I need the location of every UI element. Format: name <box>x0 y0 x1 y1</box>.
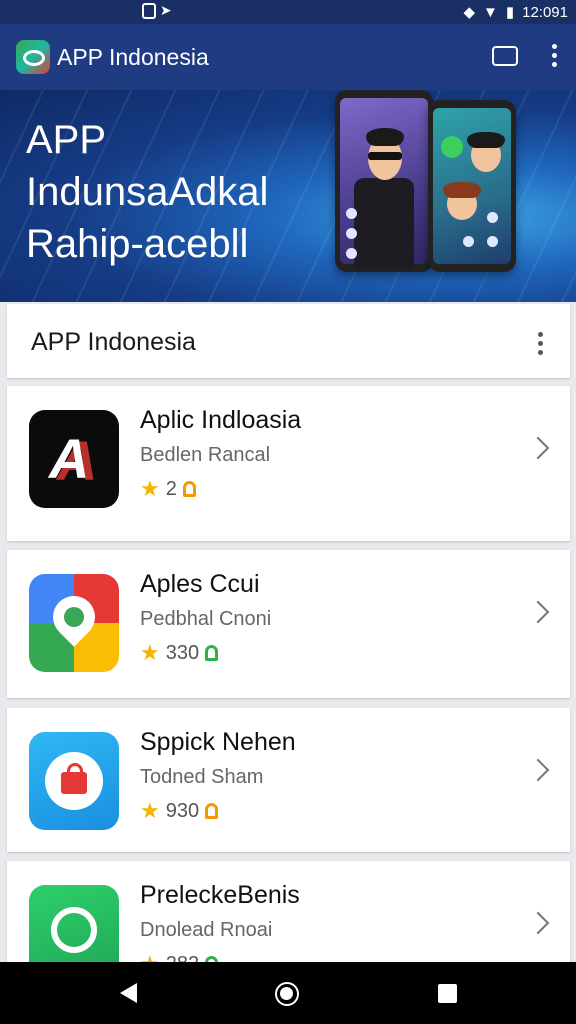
app-developer: Bedlen Rancal <box>140 444 271 466</box>
badge-icon <box>205 803 219 819</box>
chevron-right-icon <box>526 911 550 935</box>
app-name: Sppick Nehen <box>140 728 296 756</box>
section-header: APP Indonesia <box>7 304 570 378</box>
star-icon: ★ <box>140 640 160 665</box>
banner-headline: APP IndunsaAdkal Rahip-acebll <box>26 118 269 266</box>
sim-icon <box>142 3 156 20</box>
app-logo-icon <box>16 40 50 74</box>
app-title: APP Indonesia <box>57 44 209 70</box>
status-left: ➤ <box>142 2 172 20</box>
notification-icon: ◆ <box>463 4 475 21</box>
list-item[interactable]: Aples Ccui Pedbhal Cnoni ★ 330 <box>7 550 570 698</box>
app-rating: ★ 930 <box>140 798 219 824</box>
chevron-right-icon <box>526 758 550 782</box>
app-developer: Todned Sham <box>140 766 264 788</box>
phone-illustration <box>335 90 433 272</box>
battery-icon: ▮ <box>505 4 515 21</box>
rating-value: 930 <box>165 799 200 822</box>
star-icon: ★ <box>140 476 160 501</box>
app-bar: APP Indonesia <box>0 24 576 90</box>
recents-icon[interactable] <box>438 984 457 1003</box>
badge-icon <box>205 645 219 661</box>
rating-value: 2 <box>165 477 177 500</box>
status-right: ◆ ▼ ▮ 12:091 <box>463 3 568 22</box>
wifi-icon: ▼ <box>482 3 498 21</box>
location-arrow-icon: ➤ <box>159 2 172 18</box>
app-developer: Pedbhal Cnoni <box>140 608 272 630</box>
star-icon: ★ <box>140 798 160 823</box>
app-developer: Dnolead Rnoai <box>140 919 273 941</box>
section-title: APP Indonesia <box>31 328 196 356</box>
chevron-right-icon <box>526 436 550 460</box>
app-icon <box>29 732 119 830</box>
chevron-right-icon <box>526 600 550 624</box>
badge-icon <box>182 481 196 497</box>
navigation-bar <box>0 962 576 1024</box>
list-item[interactable]: Sppick Nehen Todned Sham ★ 930 <box>7 708 570 852</box>
list-item[interactable]: AA Aplic Indloasia Bedlen Rancal ★ 2 <box>7 386 570 541</box>
app-rating: ★ 330 <box>140 640 219 666</box>
app-name: Aples Ccui <box>140 570 260 598</box>
cast-icon[interactable] <box>492 46 518 66</box>
more-vert-icon[interactable] <box>552 44 558 71</box>
back-icon[interactable] <box>120 983 137 1003</box>
section-more-icon[interactable] <box>538 332 543 359</box>
home-icon[interactable] <box>275 982 299 1006</box>
app-rating: ★ 2 <box>140 476 196 502</box>
list-item[interactable]: PreleckeBenis Dnolead Rnoai ★ 282 <box>7 861 570 983</box>
status-bar: ➤ ◆ ▼ ▮ 12:091 <box>0 0 576 24</box>
app-name: PreleckeBenis <box>140 881 300 909</box>
app-icon <box>29 574 119 672</box>
app-name: Aplic Indloasia <box>140 406 302 434</box>
app-icon: AA <box>29 410 119 508</box>
clock: 12:091 <box>522 3 568 21</box>
rating-value: 330 <box>165 641 200 664</box>
phone-illustration-2 <box>428 100 516 272</box>
promo-banner[interactable]: APP IndunsaAdkal Rahip-acebll <box>0 90 576 302</box>
